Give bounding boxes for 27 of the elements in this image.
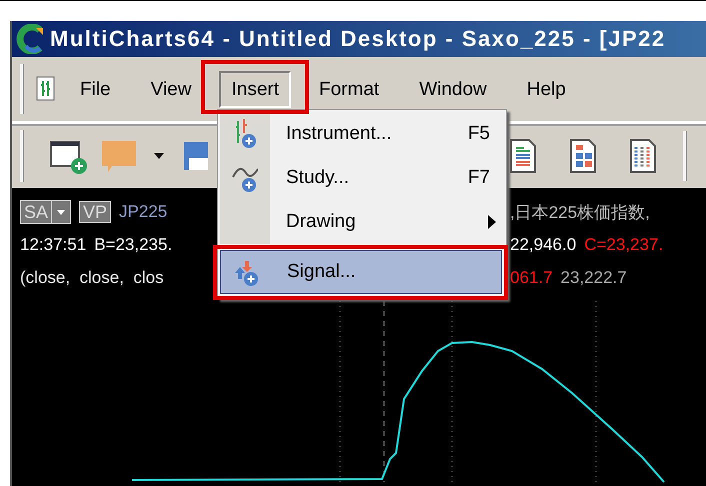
document-icon[interactable]: [568, 136, 598, 176]
chart-info-text: C=23,237.: [584, 235, 664, 255]
chart-info-text: JP225: [119, 202, 168, 222]
menu-item[interactable]: Study... F7: [220, 156, 502, 200]
chart-info-text: ,日本225株価指数,: [510, 202, 650, 224]
menu-item[interactable]: File: [68, 70, 123, 108]
menu-item[interactable]: Insert: [219, 70, 291, 108]
document-icon[interactable]: [36, 76, 56, 102]
chart-info-text: B=23,235.: [94, 235, 172, 255]
menu-item[interactable]: Drawing: [220, 200, 502, 244]
chart-info-text: 061.7: [510, 268, 553, 288]
menu-item[interactable]: Format: [307, 70, 392, 108]
menu-item[interactable]: Help: [514, 70, 578, 108]
menu-item[interactable]: Signal...: [220, 250, 502, 294]
chart-info-text: (close, close, clos: [20, 268, 164, 288]
document-icon[interactable]: [628, 136, 658, 176]
menu-item[interactable]: Window: [407, 70, 499, 108]
chart-info-text: 22,946.0: [510, 235, 576, 255]
app-logo-icon[interactable]: [16, 24, 46, 54]
submenu-arrow-icon: [488, 215, 496, 229]
document-icon[interactable]: [508, 136, 538, 176]
menu-item[interactable]: View: [138, 70, 204, 108]
window-title: MultiCharts64 - Untitled Desktop - Saxo_225 - [JP22: [50, 26, 666, 52]
menu-item[interactable]: Instrument... F5: [220, 112, 502, 156]
chart-info-text: 12:37:51: [20, 235, 86, 255]
chart-info-text: 23,222.7: [560, 268, 627, 288]
caret-icon: [57, 210, 66, 214]
